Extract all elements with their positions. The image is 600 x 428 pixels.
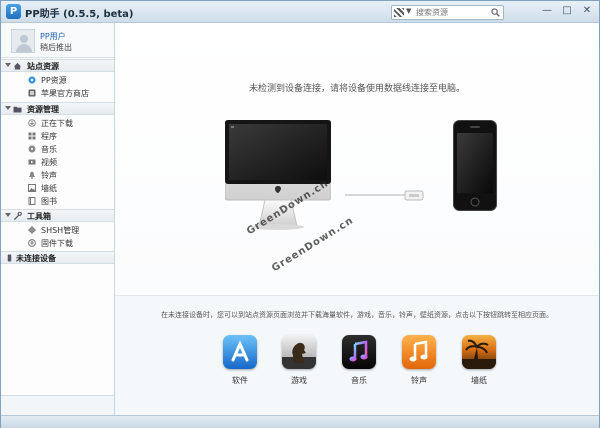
shortcut-music[interactable]: 音乐	[339, 335, 379, 386]
ringtone-icon[interactable]	[402, 335, 436, 369]
book-icon	[28, 197, 36, 205]
sidebar-item-music[interactable]: 音乐	[1, 143, 114, 155]
minimize-button[interactable]: —	[539, 4, 555, 19]
pp-logo-icon: P	[6, 4, 21, 19]
avatar[interactable]	[11, 29, 35, 53]
shortcut-games[interactable]: 游戏	[279, 335, 319, 386]
wallpaper-icon[interactable]	[462, 335, 496, 369]
sidebar-item-pp-resources[interactable]: PP资源	[1, 74, 114, 86]
music-note-icon[interactable]	[342, 335, 376, 369]
usb-cable-illustration	[345, 190, 424, 201]
search-box[interactable]: ▼	[391, 5, 504, 20]
maximize-button[interactable]: □	[559, 4, 575, 19]
collapse-icon[interactable]	[5, 213, 11, 217]
shortcut-apps[interactable]: 软件	[220, 335, 260, 386]
iphone-illustration	[453, 120, 497, 211]
pp-icon	[28, 76, 36, 84]
sidebar-item-downloading[interactable]: 正在下载	[1, 117, 114, 129]
sidebar-item-shsh[interactable]: SHSH管理	[1, 224, 114, 236]
home-icon	[13, 62, 22, 70]
video-icon	[28, 159, 36, 165]
bell-icon	[29, 171, 35, 179]
shsh-icon	[28, 226, 36, 234]
sidebar-item-firmware[interactable]: 固件下载	[1, 237, 114, 249]
app-icon	[28, 132, 36, 140]
download-icon	[28, 119, 36, 127]
title-bar[interactable]: P PP助手 (0.5.5, beta) ▼ — □ ✕	[1, 1, 599, 23]
sidebar-section-site-resources[interactable]: 站点资源	[1, 59, 114, 72]
sidebar-footer	[1, 395, 114, 415]
search-input[interactable]	[416, 7, 486, 18]
search-icon[interactable]	[491, 8, 500, 17]
connection-notice: 未检测到设备连接，请将设备使用数据线连接至电脑。	[248, 84, 465, 94]
status-bar	[1, 415, 599, 428]
connection-illustration: 未检测到设备连接，请将设备使用数据线连接至电脑。 GreenDown.cn Gr…	[115, 23, 599, 295]
logout-link[interactable]: 稍后推出	[40, 42, 72, 53]
appstore-icon[interactable]	[223, 335, 257, 369]
folder-icon	[13, 106, 22, 113]
sidebar-item-apple-store[interactable]: 苹果官方商店	[1, 87, 114, 99]
app-window: P PP助手 (0.5.5, beta) ▼ — □ ✕ PP用户 稍后推出	[0, 0, 600, 428]
window-title: PP助手 (0.5.5, beta)	[25, 9, 134, 20]
device-icon	[7, 254, 12, 262]
game-center-icon[interactable]	[282, 335, 316, 369]
sidebar-section-toolbox[interactable]: 工具箱	[1, 209, 114, 222]
shortcut-ringtones[interactable]: 铃声	[399, 335, 439, 386]
sidebar: PP用户 稍后推出 站点资源 PP资源 苹果官方商店 资源管理 正在下载 程序 …	[1, 23, 115, 415]
collapse-icon[interactable]	[5, 63, 11, 67]
sidebar-section-resource-management[interactable]: 资源管理	[1, 102, 114, 115]
sidebar-item-books[interactable]: 图书	[1, 195, 114, 207]
picture-icon	[28, 184, 36, 192]
shortcut-panel: 在未连接设备时，您可以到站点资源页面浏览并下载海量软件，游戏，音乐，铃声，壁纸资…	[115, 295, 599, 415]
sidebar-section-device[interactable]: 未连接设备	[1, 251, 114, 264]
shortcut-hint: 在未连接设备时，您可以到站点资源页面浏览并下载海量软件，游戏，音乐，铃声，壁纸资…	[161, 311, 553, 319]
music-icon	[28, 145, 36, 153]
shortcut-wallpapers[interactable]: 墙纸	[459, 335, 499, 386]
main-panel: 未检测到设备连接，请将设备使用数据线连接至电脑。 GreenDown.cn Gr…	[115, 23, 599, 415]
sidebar-item-apps[interactable]: 程序	[1, 130, 114, 142]
search-scope-icon[interactable]	[394, 8, 404, 17]
collapse-icon[interactable]	[5, 106, 11, 110]
sidebar-item-wallpapers[interactable]: 墙纸	[1, 182, 114, 194]
close-button[interactable]: ✕	[579, 4, 595, 19]
user-panel: PP用户 稍后推出	[1, 23, 114, 58]
sidebar-item-ringtones[interactable]: 铃声	[1, 169, 114, 181]
sidebar-item-video[interactable]: 视频	[1, 156, 114, 168]
chevron-down-icon[interactable]: ▼	[406, 7, 411, 15]
store-icon	[28, 89, 36, 97]
firmware-icon	[28, 239, 36, 247]
toolbox-icon	[13, 212, 22, 220]
user-name-link[interactable]: PP用户	[40, 31, 66, 42]
